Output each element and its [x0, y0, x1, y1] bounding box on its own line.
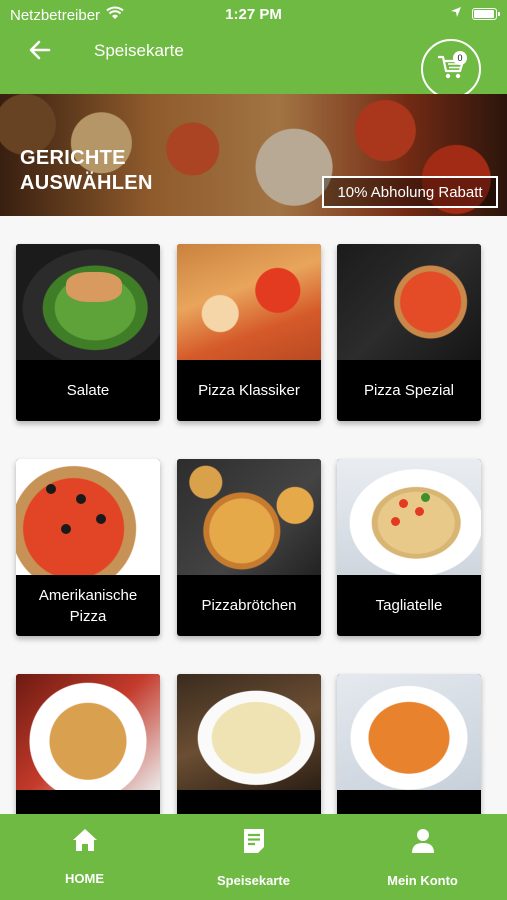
location-arrow-icon [450, 5, 462, 23]
category-label: Pizzabrötchen [201, 597, 297, 614]
category-card-tortellini[interactable] [177, 674, 321, 814]
category-card-pizza-klassiker[interactable]: Pizza Klassiker [177, 244, 321, 421]
category-image [337, 244, 481, 360]
category-grid: Salate Pizza Klassiker Pizza Spezial Ame… [0, 216, 507, 814]
category-label: Salate [66, 382, 110, 399]
category-image [16, 244, 160, 360]
category-image [177, 244, 321, 360]
discount-badge: 10% Abholung Rabatt [322, 176, 498, 208]
app-header: Netzbetreiber 1:27 PM Speisekarte 0 [0, 0, 507, 99]
category-label [337, 790, 481, 814]
banner-title: GERICHTE AUSWÄHLEN [20, 146, 153, 196]
category-card-tagliatelle[interactable]: Tagliatelle [337, 459, 481, 636]
nav-mein-konto-label: Mein Konto [387, 873, 458, 888]
category-image [16, 459, 160, 575]
clock: 1:27 PM [225, 6, 282, 23]
category-label: Pizza Spezial [363, 382, 455, 399]
battery-icon [472, 8, 500, 20]
nav-home[interactable]: HOME [0, 814, 169, 900]
category-image [16, 674, 160, 790]
status-right [450, 5, 500, 23]
arrow-left-icon [29, 40, 51, 65]
category-card-gnocchi[interactable] [337, 674, 481, 814]
promo-banner: GERICHTE AUSWÄHLEN 10% Abholung Rabatt [0, 94, 507, 216]
page-title: Speisekarte [94, 41, 184, 60]
banner-title-line1: GERICHTE [20, 147, 126, 169]
user-icon [411, 828, 435, 859]
category-card-pizzabroetchen[interactable]: Pizzabrötchen [177, 459, 321, 636]
category-label: Tagliatelle [375, 597, 443, 614]
nav-mein-konto[interactable]: Mein Konto [338, 814, 507, 900]
nav-speisekarte[interactable]: Speisekarte [169, 814, 338, 900]
cart-button[interactable]: 0 [421, 39, 481, 99]
category-card-pizza-spezial[interactable]: Pizza Spezial [337, 244, 481, 421]
category-image [177, 674, 321, 790]
category-card-amerikanische-pizza[interactable]: Amerikanische Pizza [16, 459, 160, 636]
category-label [177, 790, 321, 814]
category-image [337, 674, 481, 790]
category-image [177, 459, 321, 575]
category-image [337, 459, 481, 575]
menu-list-icon [242, 828, 266, 859]
status-bar: Netzbetreiber 1:27 PM [0, 0, 507, 30]
bottom-nav: HOME Speisekarte Mein Konto [0, 814, 507, 900]
category-label: Amerikanische Pizza [38, 586, 138, 625]
back-button[interactable] [24, 36, 56, 68]
category-label: Pizza Klassiker [198, 382, 300, 399]
banner-title-line2: AUSWÄHLEN [20, 172, 153, 194]
nav-speisekarte-label: Speisekarte [217, 873, 290, 888]
category-card-salate[interactable]: Salate [16, 244, 160, 421]
cart-count-badge: 0 [453, 51, 467, 65]
home-icon [72, 828, 98, 857]
category-card-spaghetti[interactable] [16, 674, 160, 814]
nav-home-label: HOME [65, 871, 104, 886]
category-label [16, 790, 160, 814]
